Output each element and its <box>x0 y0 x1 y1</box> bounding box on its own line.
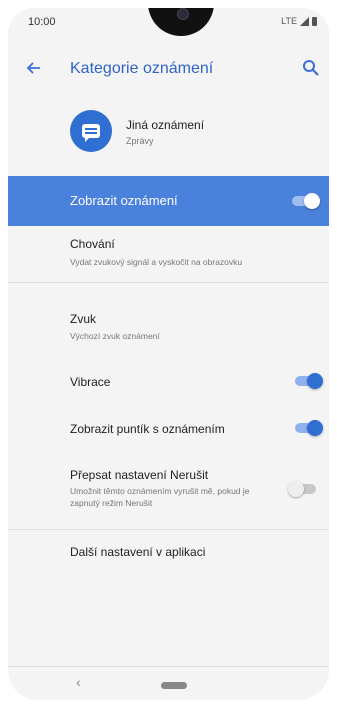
divider <box>8 666 329 667</box>
network-label: LTE <box>281 16 297 26</box>
show-notifications-row[interactable]: Zobrazit oznámení <box>8 176 329 226</box>
dnd-title: Přepsat nastavení Nerušit <box>70 468 209 482</box>
dnd-toggle[interactable] <box>288 481 318 497</box>
app-subtitle: Zprávy <box>126 136 154 146</box>
vibration-toggle[interactable] <box>293 373 323 389</box>
divider <box>8 529 329 530</box>
behavior-subtitle: Vydat zvukový signál a vyskočit na obraz… <box>70 257 243 267</box>
show-notifications-toggle[interactable] <box>290 193 320 209</box>
app-bar: Kategorie oznámení <box>8 48 329 92</box>
camera-icon <box>177 8 189 20</box>
badge-title: Zobrazit puntík s oznámením <box>70 422 225 436</box>
status-icons: LTE <box>281 16 317 26</box>
behavior-title: Chování <box>70 237 115 251</box>
message-icon <box>70 110 112 152</box>
vibration-title: Vibrace <box>70 375 111 389</box>
nav-home-pill[interactable] <box>161 682 187 689</box>
badge-toggle[interactable] <box>293 420 323 436</box>
nav-back-icon[interactable]: ‹ <box>76 674 81 690</box>
signal-icon <box>300 16 309 26</box>
more-settings-link[interactable]: Další nastavení v aplikaci <box>70 545 205 559</box>
arrow-back-icon[interactable] <box>24 58 44 78</box>
phone-screen: 10:00 LTE Kategorie oznámení Jiná oznáme… <box>8 8 329 700</box>
status-time: 10:00 <box>28 16 56 28</box>
battery-icon <box>312 16 317 26</box>
divider <box>8 282 329 283</box>
search-icon[interactable] <box>301 58 321 78</box>
sound-title: Zvuk <box>70 312 97 326</box>
sound-subtitle: Výchozí zvuk oznámení <box>70 331 160 341</box>
show-notifications-label: Zobrazit oznámení <box>70 193 178 208</box>
page-title: Kategorie oznámení <box>70 60 214 77</box>
dnd-subtitle: Umožnit těmto oznámením vyrušit mě, poku… <box>70 486 250 508</box>
camera-notch <box>148 8 214 36</box>
app-name: Jiná oznámení <box>126 118 205 132</box>
status-bar: 10:00 LTE <box>8 8 329 36</box>
app-header: Jiná oznámení Zprávy <box>8 106 329 162</box>
nav-bar: ‹ <box>8 668 329 700</box>
